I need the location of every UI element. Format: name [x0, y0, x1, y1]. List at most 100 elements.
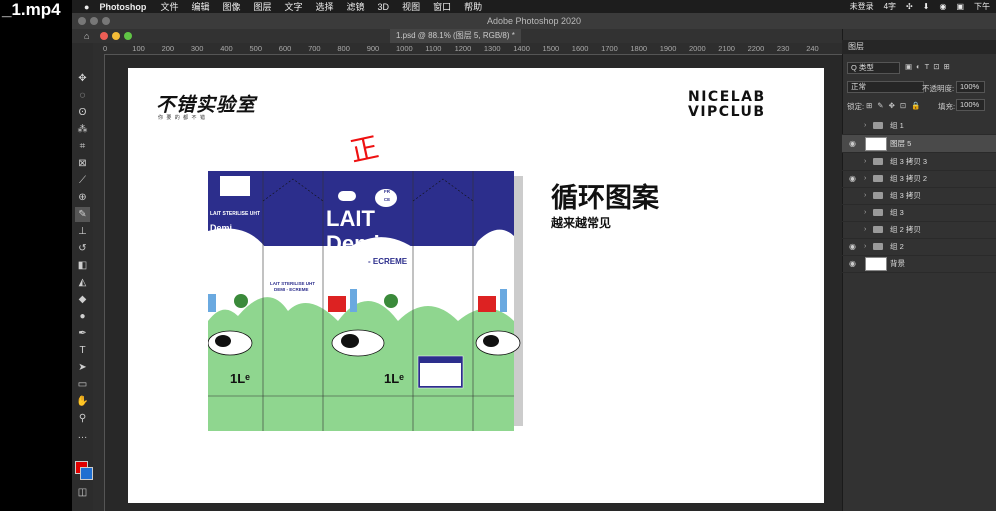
magic-wand-tool-icon[interactable]: ⁂ [75, 122, 90, 137]
folder-icon [873, 175, 883, 182]
carton-ce-label: CE [383, 197, 391, 202]
brush-tool-icon[interactable]: ✎ [75, 207, 90, 222]
history-brush-tool-icon[interactable]: ↺ [75, 241, 90, 256]
minimize-window-button[interactable] [90, 17, 98, 25]
path-selection-tool-icon[interactable]: ➤ [75, 360, 90, 375]
layer-row-group-1[interactable]: › 组 1 [842, 117, 996, 135]
network-icon[interactable]: ✣ [906, 2, 913, 11]
chevron-right-icon[interactable]: › [864, 153, 866, 170]
eye-icon[interactable]: ◉ [849, 170, 856, 187]
window-icon[interactable]: ▣ [956, 2, 964, 11]
menu-help[interactable]: 帮助 [464, 0, 482, 13]
shape-tool-icon[interactable]: ▭ [75, 377, 90, 392]
document-canvas[interactable]: 不错实验室 你 要 的 都 不 错 NICELAB VIPCLUB 正 循环图案… [128, 68, 824, 503]
more-tools-icon[interactable]: … [75, 428, 90, 443]
folder-icon [873, 243, 883, 250]
document-tab-label: 1.psd @ 88.1% (图层 5, RGB/8) * [396, 31, 515, 40]
layer-name: 组 3 拷贝 [890, 191, 921, 200]
dodge-tool-icon[interactable]: ● [75, 309, 90, 324]
zoom-tool-icon[interactable]: ⚲ [75, 411, 90, 426]
filter-icons[interactable]: ▣◐T⊡⊞ [905, 62, 954, 71]
chevron-right-icon[interactable]: › [864, 187, 866, 204]
close-window-button[interactable] [78, 17, 86, 25]
opacity-input[interactable]: 100% [956, 81, 985, 93]
pen-tool-icon[interactable]: ✒ [75, 326, 90, 341]
tree-2 [384, 294, 398, 308]
menu-filter[interactable]: 滤镜 [347, 0, 365, 13]
menu-file[interactable]: 文件 [160, 0, 178, 13]
ruler-tick-label: 1400 [513, 44, 530, 53]
layer-row-group-3-copy[interactable]: › 组 3 拷贝 [842, 187, 996, 205]
quick-mask-icon[interactable]: ◫ [75, 485, 90, 500]
menu-app-name[interactable]: Photoshop [99, 2, 146, 12]
apple-icon[interactable]: ● [84, 2, 89, 12]
layer-row-group-3-copy-3[interactable]: › 组 3 拷贝 3 [842, 153, 996, 171]
menu-image[interactable]: 图像 [222, 0, 240, 13]
healing-tool-icon[interactable]: ⊕ [75, 190, 90, 205]
record-icon[interactable]: ◉ [939, 2, 946, 11]
ruler-tick-label: 1000 [396, 44, 413, 53]
ruler-tick-label: 400 [220, 44, 233, 53]
ruler-tick-label: 1900 [659, 44, 677, 53]
lock-icons[interactable]: ⊞✎✥⊡🔒 [866, 101, 925, 110]
background-color-swatch[interactable] [80, 467, 93, 480]
menu-window[interactable]: 窗口 [433, 0, 451, 13]
marquee-tool-icon[interactable]: ◌ [75, 88, 90, 103]
document-tab[interactable]: 1.psd @ 88.1% (图层 5, RGB/8) * [390, 29, 521, 43]
blend-mode-select[interactable]: 正常 [847, 81, 924, 93]
fill-input[interactable]: 100% [956, 99, 985, 111]
chevron-right-icon[interactable]: › [864, 238, 866, 255]
char-count: 4字 [883, 2, 897, 11]
menu-3d[interactable]: 3D [378, 2, 390, 12]
menu-select[interactable]: 选择 [316, 0, 334, 13]
menu-type[interactable]: 文字 [285, 0, 303, 13]
menu-view[interactable]: 视图 [402, 0, 420, 13]
layer-row-layer-5[interactable]: ◉ 图层 5 [842, 135, 996, 153]
hand-tool-icon[interactable]: ✋ [75, 394, 90, 409]
menu-edit[interactable]: 编辑 [191, 0, 209, 13]
home-icon[interactable]: ⌂ [84, 31, 89, 41]
menu-bar: ● Photoshop 文件 编辑 图像 图层 文字 选择 滤镜 3D 视图 窗… [72, 0, 996, 13]
horizontal-ruler: 0 100 200 300 400 500 600 700 800 900 1000 1100 1200… [93, 43, 842, 55]
layer-row-group-2-copy[interactable]: › 组 2 拷贝 [842, 221, 996, 239]
layer-row-group-3[interactable]: › 组 3 [842, 204, 996, 222]
chevron-right-icon[interactable]: › [864, 221, 866, 238]
ruler-tick-label: 900 [366, 44, 380, 53]
carton-fr-label: FR [384, 189, 390, 194]
eraser-tool-icon[interactable]: ◧ [75, 258, 90, 273]
doc-close-button[interactable] [100, 32, 108, 40]
login-status[interactable]: 未登录 [850, 1, 874, 12]
zoom-window-button[interactable] [102, 17, 110, 25]
download-icon[interactable]: ⬇ [923, 2, 930, 11]
lasso-tool-icon[interactable]: ʘ [75, 105, 90, 120]
layer-row-group-3-copy-2[interactable]: ◉ › 组 3 拷贝 2 [842, 170, 996, 188]
layer-row-background[interactable]: ◉ 背景 [842, 255, 996, 273]
brand-logo-en-line2: VIPCLUB [688, 104, 766, 120]
eye-icon[interactable]: ◉ [849, 238, 856, 255]
chevron-right-icon[interactable]: › [864, 117, 866, 134]
eye-icon[interactable]: ◉ [849, 135, 856, 152]
ruler-tick-label: 600 [278, 44, 292, 53]
ruler-tick-label: 500 [249, 44, 263, 53]
stamp-tool-icon[interactable]: ⊥ [75, 224, 90, 239]
milk-carton-artwork: FR CE LAIT Demi - ECREME LAIT STERILISE … [207, 171, 523, 431]
move-tool-icon[interactable]: ✥ [75, 71, 90, 86]
menu-layer[interactable]: 图层 [253, 0, 271, 13]
chevron-right-icon[interactable]: › [864, 170, 866, 187]
ruler-tick-label: 230 [776, 44, 790, 53]
eyedropper-tool-icon[interactable]: ⟋ [75, 173, 90, 188]
layer-row-group-2[interactable]: ◉ › 组 2 [842, 238, 996, 256]
doc-zoom-button[interactable] [124, 32, 132, 40]
ruler-tick-label: 1200 [454, 44, 472, 53]
frame-tool-icon[interactable]: ⊠ [75, 156, 90, 171]
layer-filter-select[interactable]: Q 类型 [847, 62, 900, 74]
chevron-right-icon[interactable]: › [864, 204, 866, 221]
doc-minimize-button[interactable] [112, 32, 120, 40]
crop-tool-icon[interactable]: ⌗ [75, 139, 90, 154]
layer-name: 组 1 [890, 121, 904, 130]
eye-icon[interactable]: ◉ [849, 255, 856, 272]
paint-bucket-tool-icon[interactable]: ◭ [75, 275, 90, 290]
layers-tab[interactable]: 图层 [848, 42, 864, 51]
type-tool-icon[interactable]: T [75, 343, 90, 358]
blur-tool-icon[interactable]: ◆ [75, 292, 90, 307]
